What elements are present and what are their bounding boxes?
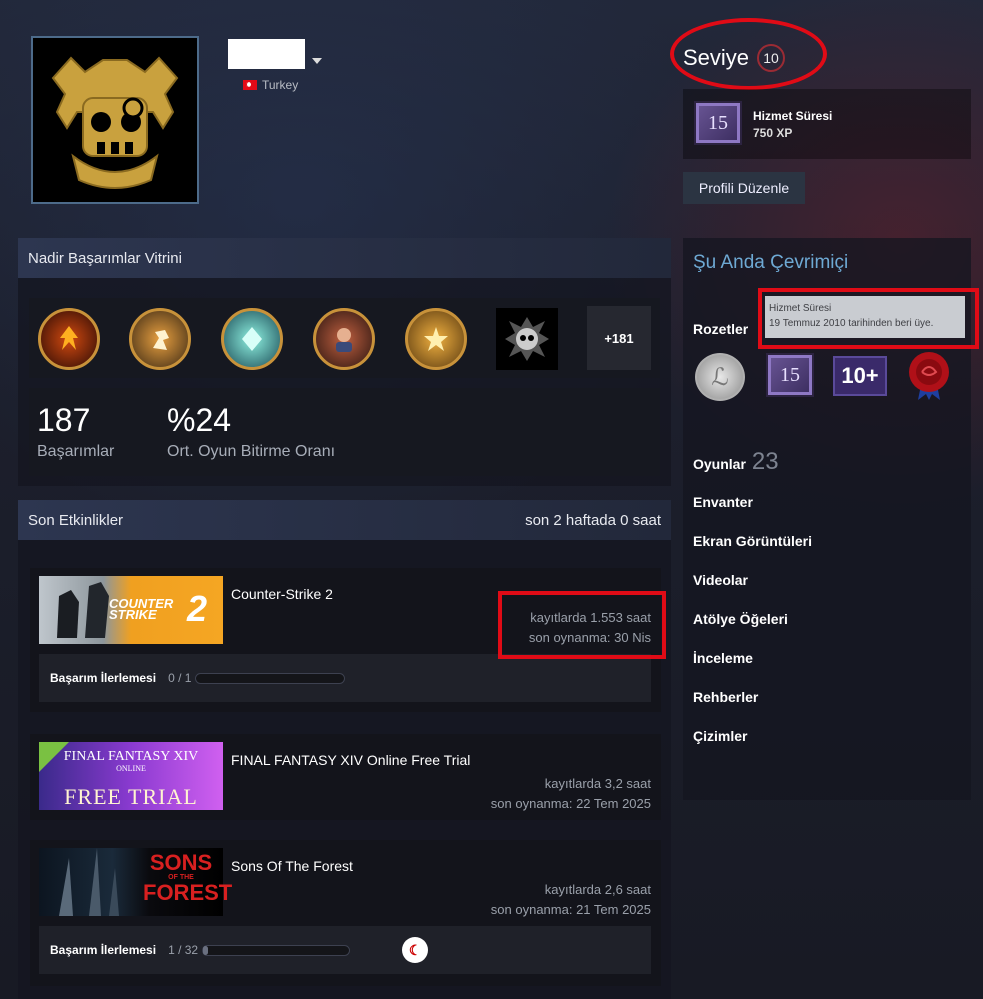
profile-name-redacted <box>228 39 305 69</box>
cs2-art-number: 2 <box>187 588 208 629</box>
game-name[interactable]: Sons Of The Forest <box>231 858 353 874</box>
game-row: SONS OF THE FOREST Sons Of The Forest ka… <box>30 840 661 986</box>
game-collector-badge-icon[interactable]: 10+ <box>833 356 887 396</box>
achievement-progress[interactable]: Başarım İlerlemesi 1 / 32 ☾ <box>39 926 651 974</box>
silver-coin-badge-icon[interactable]: ℒ <box>695 353 745 401</box>
profile-avatar[interactable] <box>31 36 199 204</box>
game-stats: kayıtlarda 2,6 saat son oynanma: 21 Tem … <box>491 880 651 920</box>
achievement-stats: 187 Başarımlar %24 Ort. Oyun Bitirme Ora… <box>29 388 660 476</box>
featured-badge[interactable]: 15 Hizmet Süresi 750 XP <box>683 89 971 159</box>
ff-art-line3: FREE TRIAL <box>64 784 198 809</box>
workshop-link[interactable]: Atölye Öğeleri <box>693 611 788 627</box>
featured-badge-xp: 750 XP <box>753 126 793 140</box>
game-row: FINAL FANTASY XIV ONLINE FREE TRIAL FINA… <box>30 734 661 820</box>
progress-count: 1 / 32 <box>168 943 199 957</box>
profile-country: Turkey <box>243 78 298 92</box>
highlight-rectangle <box>498 591 666 659</box>
progress-label: Başarım İlerlemesi <box>50 943 157 957</box>
sotf-art-line1: SONS <box>149 850 213 875</box>
achievement-character-icon[interactable] <box>313 308 375 370</box>
sotf-art-line2: FOREST <box>143 880 233 905</box>
turkey-flag-icon <box>243 80 257 90</box>
videos-link[interactable]: Videolar <box>693 572 748 588</box>
game-last-played: son oynanma: 22 Tem 2025 <box>490 796 651 811</box>
gear-skull-avatar-icon <box>33 38 197 202</box>
recent-activity-summary: son 2 haftada 0 saat <box>525 511 661 529</box>
recent-activity-title: Son Etkinlikler <box>28 511 124 529</box>
featured-badge-title: Hizmet Süresi <box>753 109 833 123</box>
highlight-ellipse <box>670 18 827 90</box>
game-name[interactable]: FINAL FANTASY XIV Online Free Trial <box>231 752 470 768</box>
ff-art-line1: FINAL FANTASY XIV <box>63 749 199 764</box>
edit-profile-button[interactable]: Profili Düzenle <box>683 172 805 204</box>
country-label: Turkey <box>262 78 299 92</box>
final-fantasy-xiv-capsule[interactable]: FINAL FANTASY XIV ONLINE FREE TRIAL <box>39 742 223 810</box>
game-last-played: son oynanma: 21 Tem 2025 <box>490 902 651 917</box>
artwork-link[interactable]: Çizimler <box>693 728 747 744</box>
progress-bar <box>202 944 351 956</box>
achievement-skull-icon[interactable] <box>496 308 558 370</box>
game-stats: kayıtlarda 3,2 saat son oynanma: 22 Tem … <box>491 774 651 814</box>
completion-label: Ort. Oyun Bitirme Oranı <box>167 443 336 460</box>
progress-fill <box>203 945 208 955</box>
achievement-star-icon[interactable] <box>405 308 467 370</box>
screenshots-link[interactable]: Ekran Görüntüleri <box>693 533 812 549</box>
achievement-progress[interactable]: Başarım İlerlemesi 0 / 1 <box>39 654 651 702</box>
game-name[interactable]: Counter-Strike 2 <box>231 586 333 602</box>
games-label: Oyunlar <box>693 456 746 472</box>
achievement-moon-icon[interactable]: ☾ <box>402 937 429 963</box>
wax-seal-badge-icon[interactable] <box>906 350 952 400</box>
games-count: 23 <box>751 448 779 475</box>
reviews-link[interactable]: İnceleme <box>693 650 753 666</box>
progress-count: 0 / 1 <box>168 671 192 685</box>
achievement-icons-row: +181 <box>29 298 660 378</box>
ff-art-line2: ONLINE <box>116 764 146 773</box>
guides-link[interactable]: Rehberler <box>693 689 758 705</box>
progress-bar <box>195 672 346 684</box>
game-hours: kayıtlarda 2,6 saat <box>544 882 651 897</box>
showcase-title: Nadir Başarımlar Vitrini <box>18 238 671 278</box>
progress-label: Başarım İlerlemesi <box>50 671 157 685</box>
inventory-link[interactable]: Envanter <box>693 494 753 510</box>
completion-rate: %24 <box>167 402 232 438</box>
more-achievements-button[interactable]: +181 <box>587 306 651 370</box>
online-status: Şu Anda Çevrimiçi <box>693 252 849 273</box>
years-of-service-badge-icon: 15 <box>694 101 742 145</box>
counter-strike-2-capsule[interactable]: COUNTER STRIKE 2 <box>39 576 223 644</box>
game-hours: kayıtlarda 3,2 saat <box>544 776 651 791</box>
highlight-rectangle <box>758 288 979 349</box>
chevron-down-icon[interactable] <box>312 58 322 64</box>
badges-link[interactable]: Rozetler <box>693 321 748 337</box>
achievement-fire-icon[interactable] <box>38 308 100 370</box>
sons-of-the-forest-capsule[interactable]: SONS OF THE FOREST <box>39 848 233 916</box>
achievements-count: 187 <box>37 402 91 438</box>
achievement-crystal-icon[interactable] <box>221 308 283 370</box>
recent-activity-header: Son Etkinlikler son 2 haftada 0 saat <box>18 500 671 540</box>
years-of-service-badge-icon[interactable]: 15 <box>766 353 814 397</box>
games-link[interactable]: Oyunlar 23 <box>693 448 779 476</box>
achievements-label: Başarımlar <box>37 443 115 460</box>
achievement-runner-icon[interactable] <box>129 308 191 370</box>
